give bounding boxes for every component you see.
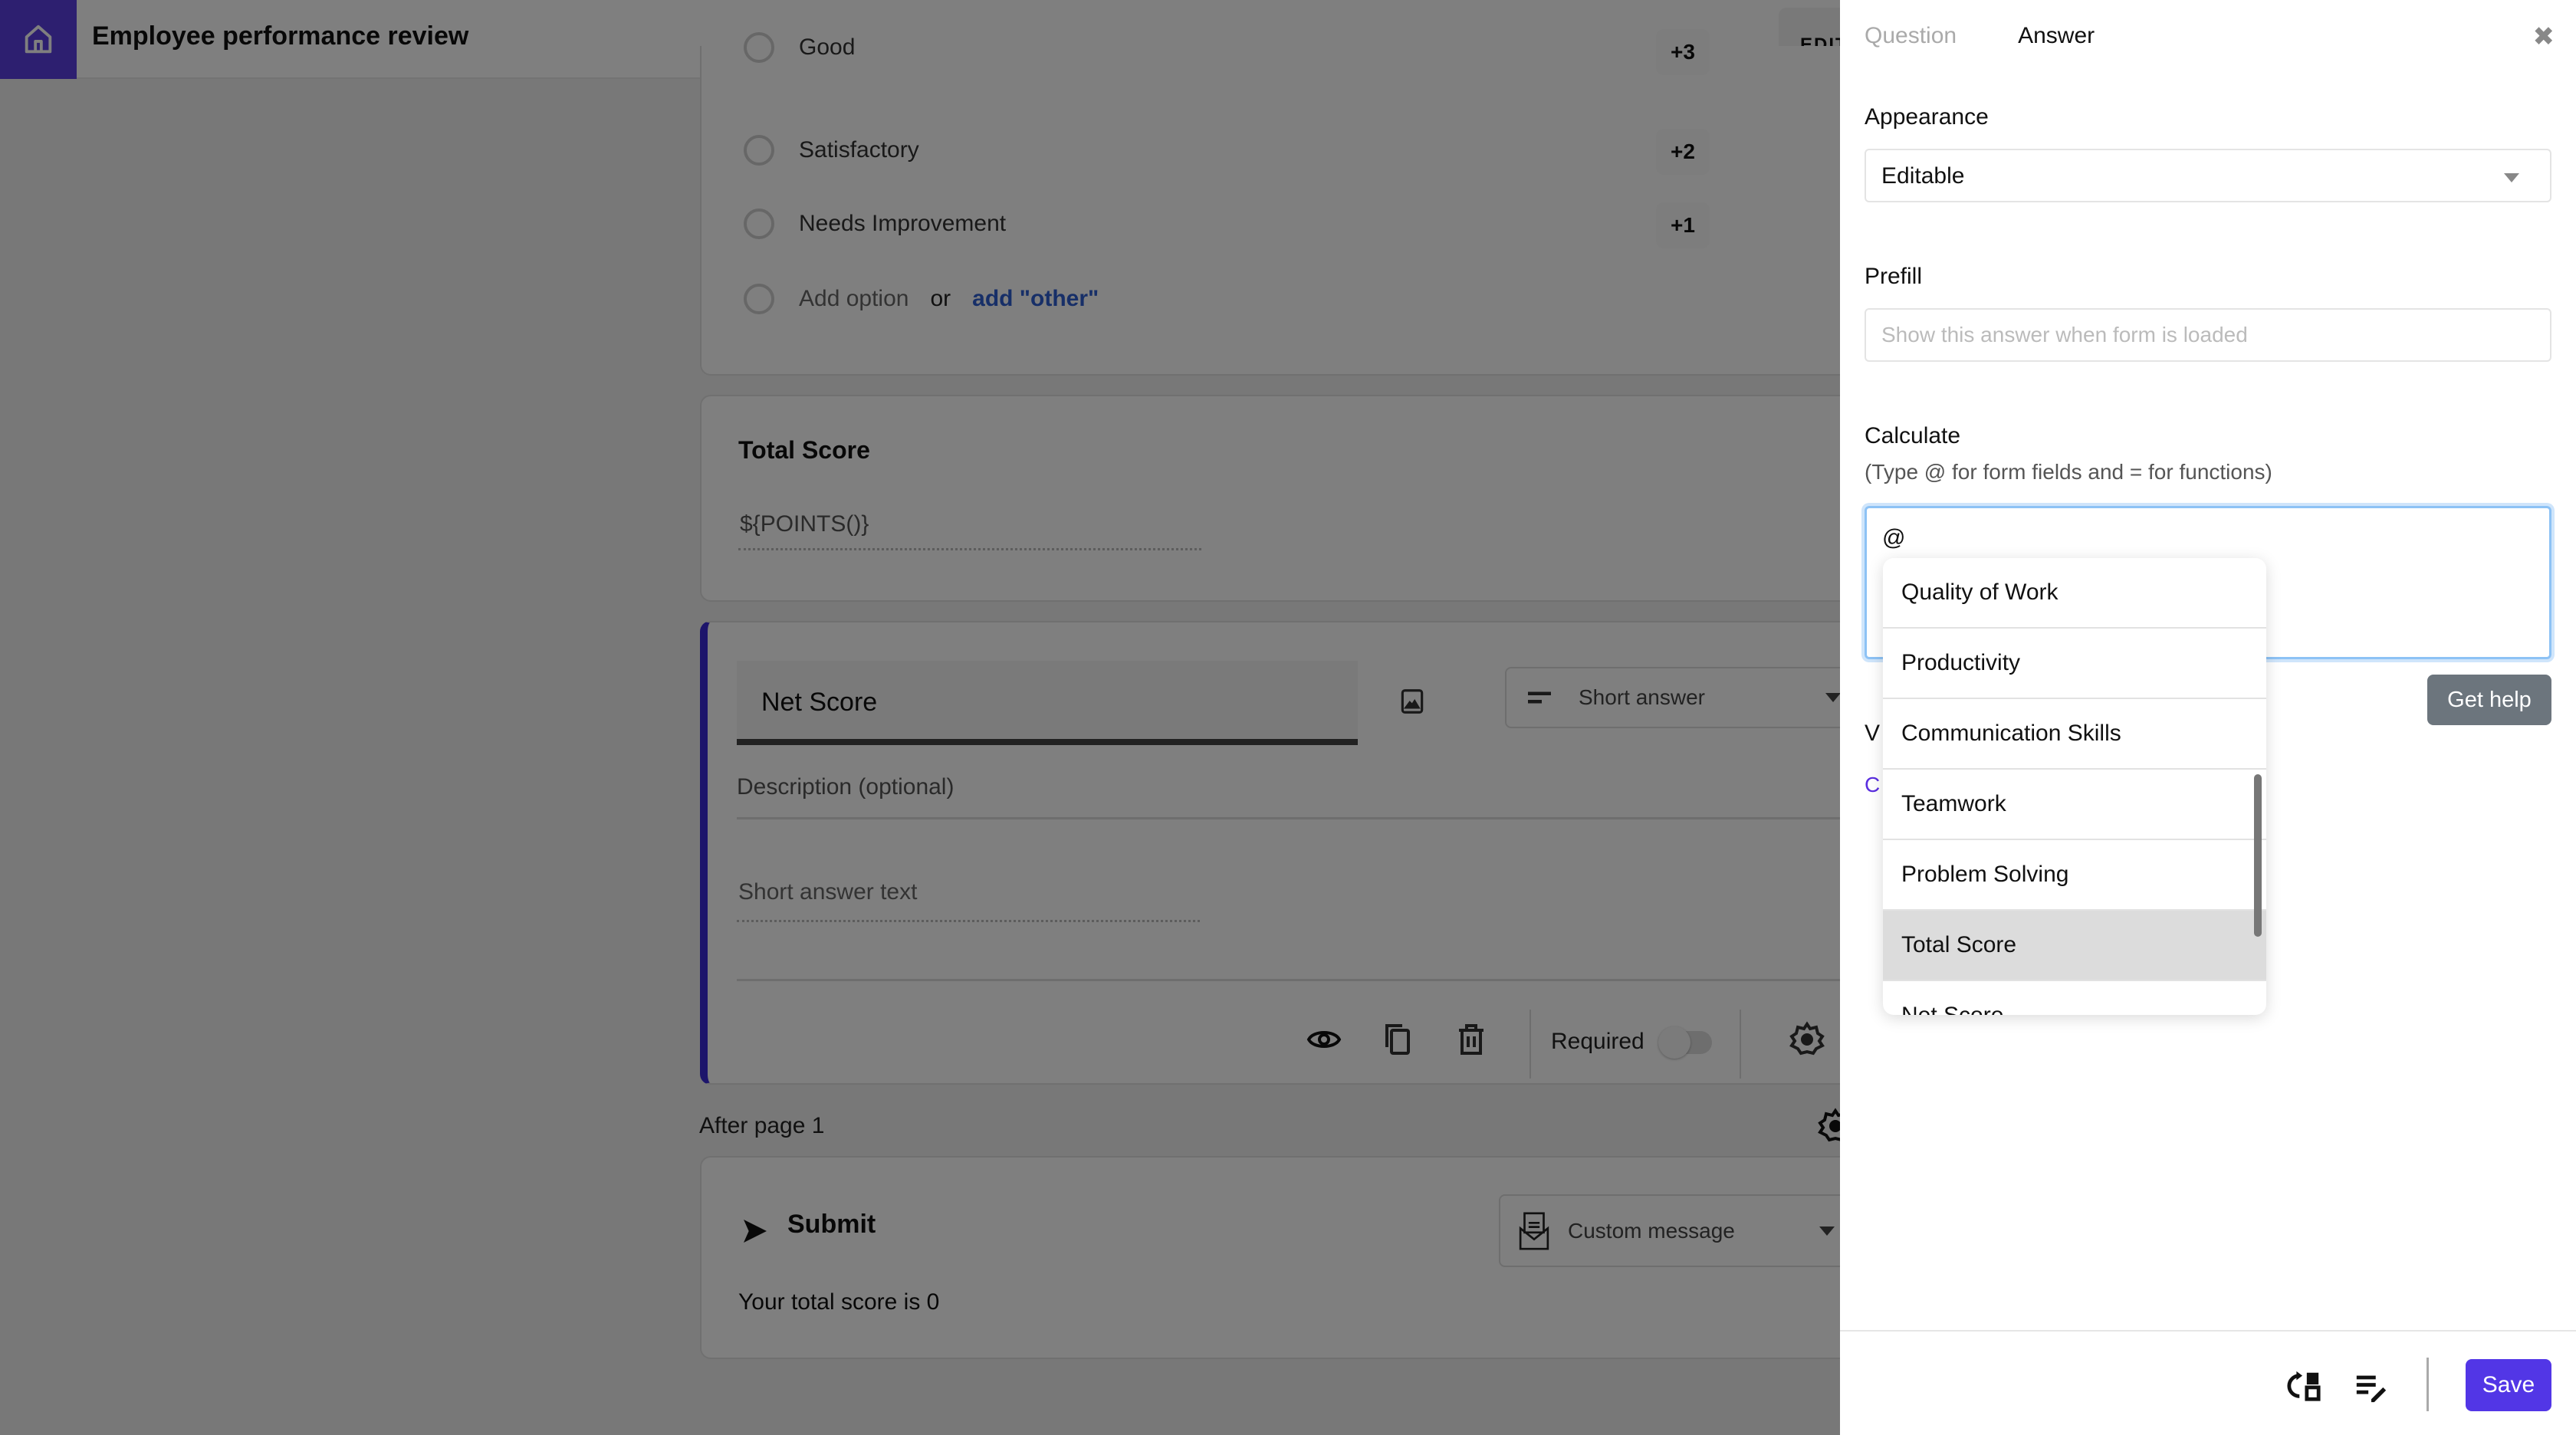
mention-option[interactable]: Net Score <box>1883 981 2266 1015</box>
appearance-value: Editable <box>1881 163 1965 189</box>
dropdown-scrollbar[interactable] <box>2254 774 2262 937</box>
edit-text-button[interactable] <box>2354 1368 2389 1407</box>
mention-option[interactable]: Communication Skills <box>1883 699 2266 770</box>
appearance-label: Appearance <box>1865 104 1989 130</box>
separator <box>2426 1358 2429 1411</box>
panel-tabs: Question Answer <box>1865 23 2095 49</box>
modal-backdrop[interactable] <box>0 0 1840 1435</box>
mention-option[interactable]: Quality of Work <box>1883 558 2266 629</box>
panel-footer: Save <box>1840 1330 2576 1435</box>
tab-question[interactable]: Question <box>1865 23 1957 49</box>
partially-hidden-link[interactable]: C <box>1865 773 1880 797</box>
get-help-button[interactable]: Get help <box>2427 675 2551 725</box>
edit-note-icon <box>2356 1375 2387 1403</box>
calculate-hint: (Type @ for form fields and = for functi… <box>1865 460 2272 484</box>
tab-answer[interactable]: Answer <box>2018 23 2095 49</box>
calculate-label: Calculate <box>1865 423 1961 448</box>
reset-layout-button[interactable] <box>2286 1368 2321 1407</box>
mention-option[interactable]: Teamwork <box>1883 770 2266 840</box>
mention-option[interactable]: Problem Solving <box>1883 840 2266 911</box>
mention-option-highlighted[interactable]: Total Score <box>1883 911 2266 981</box>
close-icon: ✖ <box>2532 22 2555 51</box>
mention-option[interactable]: Productivity <box>1883 629 2266 699</box>
field-mention-dropdown: Quality of Work Productivity Communicati… <box>1883 558 2266 1015</box>
prefill-input[interactable]: Show this answer when form is loaded <box>1865 308 2551 362</box>
close-button[interactable]: ✖ <box>2533 21 2555 52</box>
save-button[interactable]: Save <box>2466 1359 2551 1411</box>
refresh-layout-icon <box>2287 1371 2321 1401</box>
chevron-down-icon <box>2504 173 2519 182</box>
appearance-select[interactable]: Editable <box>1865 149 2551 202</box>
prefill-label: Prefill <box>1865 264 1923 289</box>
partially-hidden-label: V <box>1865 721 1881 746</box>
